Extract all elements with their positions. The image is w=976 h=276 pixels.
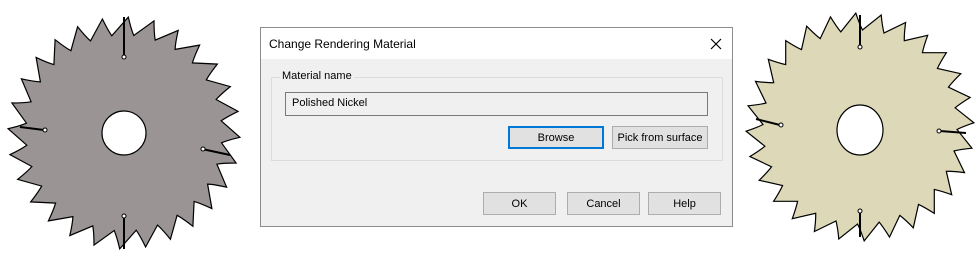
material-name-group: Material name Polished Nickel Browse Pic… — [271, 70, 723, 161]
blade-arbor-hole — [101, 110, 147, 156]
close-icon — [710, 38, 722, 49]
material-name-field[interactable]: Polished Nickel — [285, 92, 708, 116]
dialog-titlebar[interactable]: Change Rendering Material — [261, 28, 732, 59]
cancel-button[interactable]: Cancel — [567, 192, 640, 215]
saw-blade-gray-image — [6, 15, 242, 251]
help-button[interactable]: Help — [648, 192, 721, 215]
close-button[interactable] — [700, 28, 732, 59]
material-name-group-label: Material name — [280, 70, 354, 82]
pick-from-surface-button[interactable]: Pick from surface — [612, 126, 708, 149]
change-rendering-material-dialog: Change Rendering Material Material name … — [260, 27, 733, 227]
dialog-title: Change Rendering Material — [269, 37, 416, 51]
saw-blade-beige-image — [744, 11, 976, 243]
blade-arbor-hole — [836, 104, 884, 156]
browse-button[interactable]: Browse — [508, 126, 604, 149]
ok-button[interactable]: OK — [483, 192, 556, 215]
